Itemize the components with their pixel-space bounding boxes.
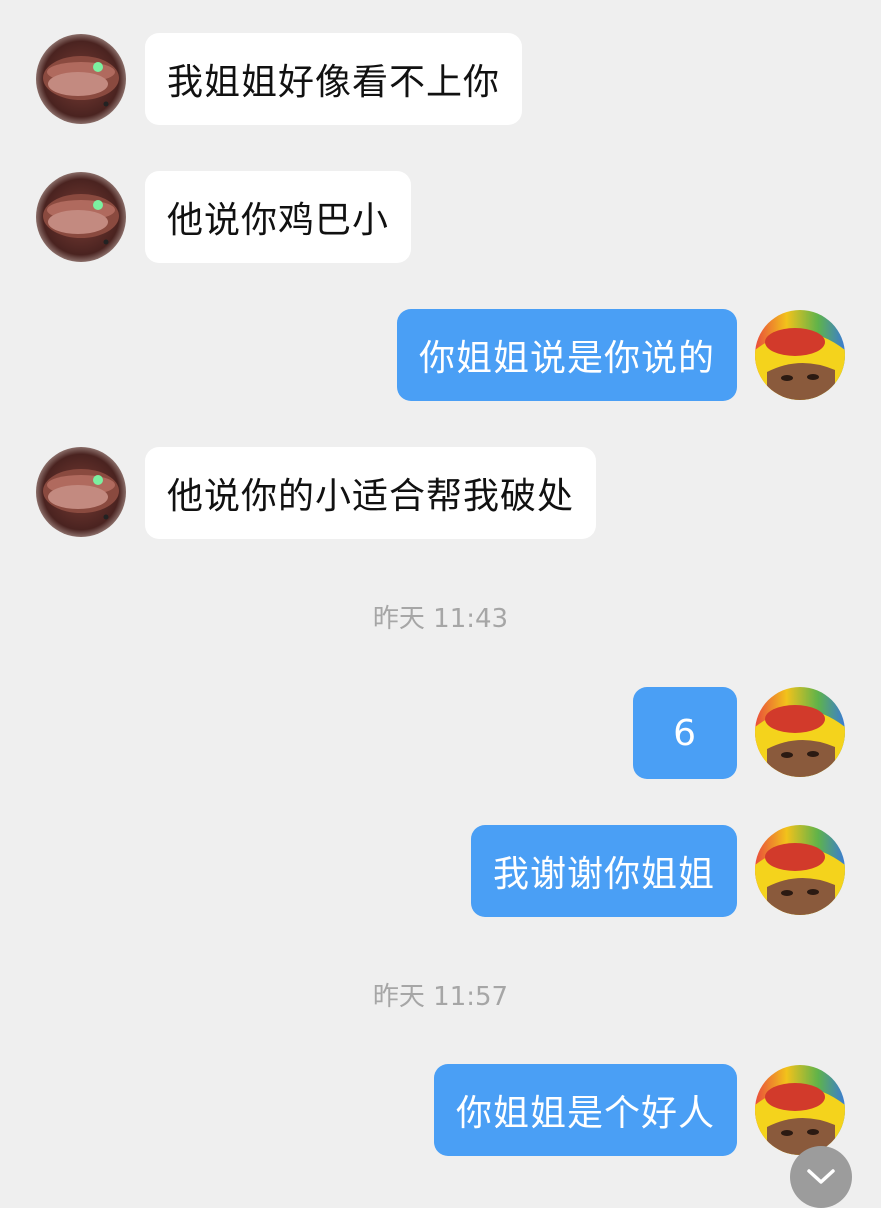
user-avatar[interactable] xyxy=(755,1065,845,1155)
yellow-hat-avatar-icon xyxy=(755,687,845,777)
user-avatar[interactable] xyxy=(755,825,845,915)
lips-avatar-icon xyxy=(36,447,126,537)
message-text: 我谢谢你姐姐 xyxy=(492,854,715,895)
yellow-hat-avatar-icon xyxy=(755,1065,845,1155)
chevron-down-icon xyxy=(807,1169,835,1184)
message-text: 他说你的小适合帮我破处 xyxy=(167,476,575,517)
message-bubble-outgoing[interactable]: 你姐姐说是你说的 xyxy=(396,309,737,401)
contact-avatar[interactable] xyxy=(36,447,126,537)
message-text: 6 xyxy=(673,712,697,754)
message-text: 我姐姐好像看不上你 xyxy=(167,62,501,103)
message-text: 你姐姐是个好人 xyxy=(455,1093,715,1134)
message-timestamp: 昨天 11:43 xyxy=(372,604,509,634)
message-text: 他说你鸡巴小 xyxy=(167,200,390,241)
message-bubble-incoming[interactable]: 他说你鸡巴小 xyxy=(145,171,412,263)
message-bubble-outgoing[interactable]: 6 xyxy=(633,687,737,779)
contact-avatar[interactable] xyxy=(36,172,126,262)
user-avatar[interactable] xyxy=(755,310,845,400)
lips-avatar-icon xyxy=(36,172,126,262)
message-bubble-incoming[interactable]: 他说你的小适合帮我破处 xyxy=(145,447,597,539)
contact-avatar[interactable] xyxy=(36,34,126,124)
yellow-hat-avatar-icon xyxy=(755,825,845,915)
message-bubble-outgoing[interactable]: 你姐姐是个好人 xyxy=(433,1064,737,1156)
scroll-to-bottom-button[interactable] xyxy=(790,1146,852,1208)
user-avatar[interactable] xyxy=(755,687,845,777)
message-text: 你姐姐说是你说的 xyxy=(418,338,715,379)
message-timestamp: 昨天 11:57 xyxy=(372,982,509,1012)
yellow-hat-avatar-icon xyxy=(755,310,845,400)
message-bubble-incoming[interactable]: 我姐姐好像看不上你 xyxy=(145,33,523,125)
message-bubble-outgoing[interactable]: 我谢谢你姐姐 xyxy=(470,825,737,917)
lips-avatar-icon xyxy=(36,34,126,124)
